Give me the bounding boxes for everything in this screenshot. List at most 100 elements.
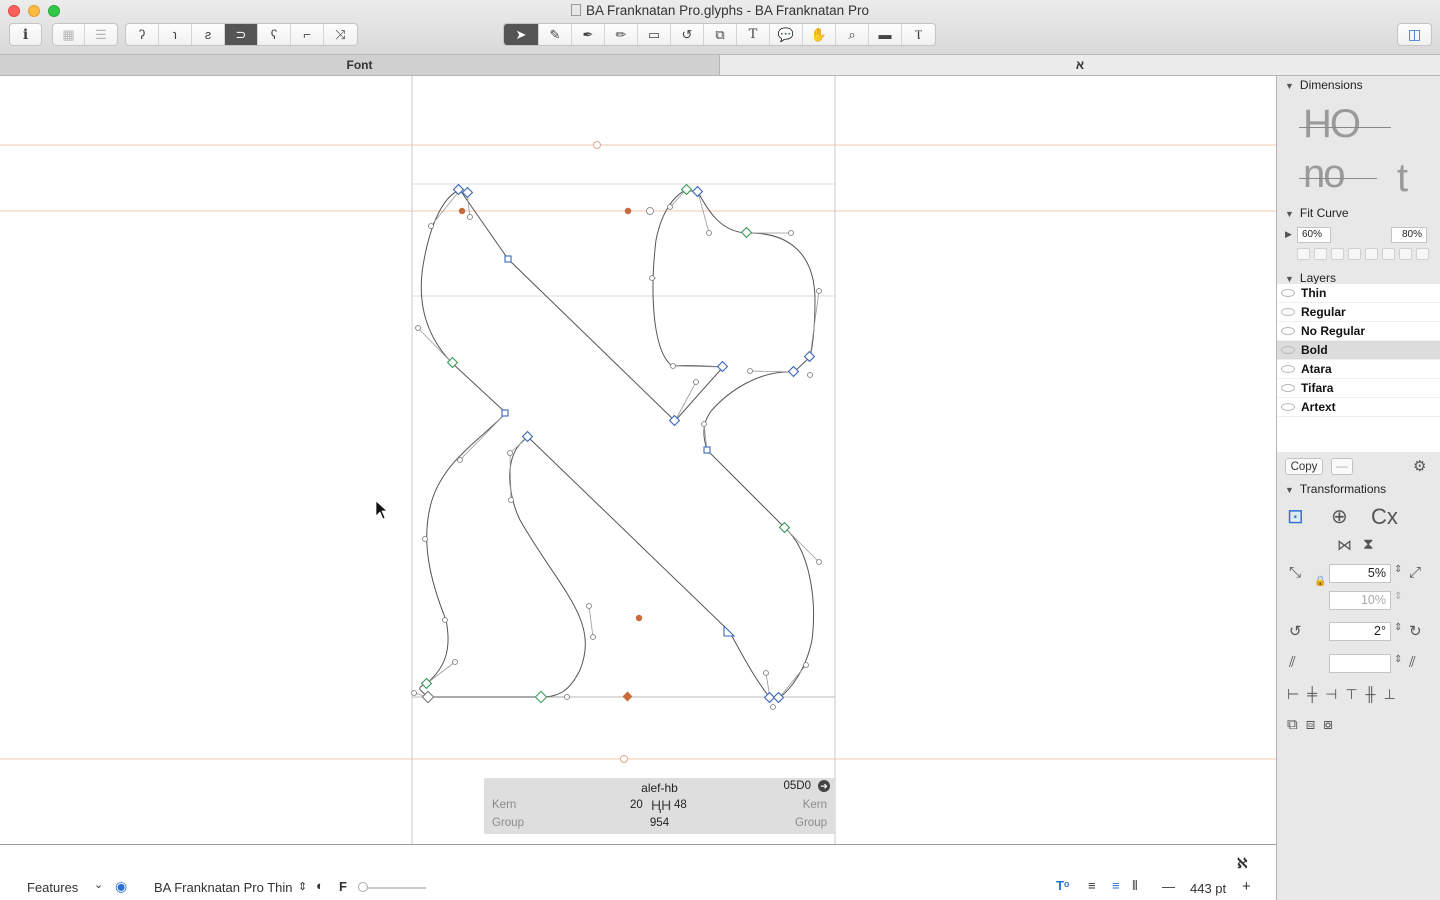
- zoom-value[interactable]: 443 pt: [1190, 881, 1226, 896]
- stamp-tool-button[interactable]: ⌐: [291, 24, 324, 45]
- intersect-icon[interactable]: ⧇: [1323, 716, 1333, 733]
- dimensions-header[interactable]: ▼ Dimensions: [1285, 78, 1363, 92]
- rotate-ccw-icon[interactable]: ↺: [1289, 622, 1302, 640]
- bounding-box-origin-icon[interactable]: ⊡: [1287, 504, 1304, 529]
- lsb-value[interactable]: 20: [630, 799, 643, 811]
- fit-curve-button[interactable]: [1348, 248, 1361, 260]
- width-value[interactable]: 954: [484, 817, 835, 829]
- grid-view-button[interactable]: ▦: [53, 24, 85, 45]
- text-options-icon[interactable]: Tᵒ: [1056, 878, 1069, 893]
- contrast-icon[interactable]: ◐: [316, 878, 324, 893]
- smooth-tool-button[interactable]: ⊃: [225, 24, 258, 45]
- align-v-center-icon[interactable]: ╫: [1366, 686, 1376, 703]
- flip-horizontal-icon[interactable]: ⋈: [1337, 536, 1352, 554]
- vertical-layout-icon[interactable]: ⦀: [1132, 878, 1138, 894]
- transformations-header[interactable]: ▼ Transformations: [1285, 482, 1386, 496]
- info-button[interactable]: i: [9, 23, 42, 46]
- tab-font[interactable]: Font: [0, 55, 720, 75]
- eye-icon[interactable]: [1281, 384, 1295, 392]
- transform-tool-button[interactable]: ⤨: [324, 24, 357, 45]
- align-top-edges-icon[interactable]: ⊤: [1345, 686, 1357, 703]
- arrow-right-icon[interactable]: ➜: [818, 780, 830, 792]
- smooth-nodes[interactable]: [420, 183, 791, 704]
- layers-header[interactable]: ▼ Layers: [1285, 271, 1336, 285]
- rotate-tool-button[interactable]: ↺: [671, 24, 704, 45]
- eye-icon[interactable]: [1281, 327, 1295, 335]
- sidebar-toggle-button[interactable]: ◫: [1397, 23, 1432, 46]
- cap-tool-button[interactable]: ℩: [159, 24, 192, 45]
- scale-input[interactable]: 5%: [1329, 564, 1391, 583]
- rotate-input[interactable]: 2°: [1329, 622, 1391, 641]
- fit-curve-button[interactable]: [1331, 248, 1344, 260]
- stepper-icon[interactable]: ⇕: [298, 880, 307, 893]
- slant-input[interactable]: [1329, 654, 1391, 673]
- select-tool-button[interactable]: ➤: [504, 24, 539, 45]
- align-left-icon[interactable]: ≡: [1088, 878, 1096, 893]
- fit-max-input[interactable]: 80%: [1391, 227, 1427, 243]
- fit-curve-button[interactable]: [1314, 248, 1327, 260]
- scale-up-icon[interactable]: ⤢: [1409, 564, 1421, 581]
- subtract-icon[interactable]: ⧈: [1306, 716, 1316, 733]
- layer-row-no-regular[interactable]: No Regular: [1277, 322, 1440, 341]
- rsb-value[interactable]: 48: [674, 799, 687, 811]
- rotate-cw-icon[interactable]: ↻: [1409, 622, 1422, 640]
- slant-stepper-icon[interactable]: ⇕: [1394, 654, 1402, 665]
- align-left-edges-icon[interactable]: ⊢: [1287, 686, 1299, 703]
- fit-curve-button[interactable]: [1365, 248, 1378, 260]
- custom-origin-icon[interactable]: Cx: [1371, 504, 1398, 530]
- draw-tool-button[interactable]: ✎: [539, 24, 572, 45]
- glyph-view[interactable]: [0, 76, 1276, 844]
- disclosure-right-icon[interactable]: ▶: [1285, 229, 1292, 240]
- union-icon[interactable]: ⧉: [1287, 716, 1298, 733]
- zoom-in-button[interactable]: +: [1242, 878, 1251, 895]
- scale-stepper-icon[interactable]: ⇕: [1394, 564, 1402, 575]
- slant-right-icon[interactable]: ⫽: [1409, 654, 1416, 671]
- brush-tool-button[interactable]: ʕ: [258, 24, 291, 45]
- slant-left-icon[interactable]: ⫽: [1289, 654, 1296, 671]
- anchors[interactable]: [458, 207, 643, 702]
- tab-glyph[interactable]: א: [720, 55, 1440, 75]
- text-tool-button[interactable]: T: [737, 24, 770, 45]
- hand-tool-button[interactable]: ✋: [803, 24, 836, 45]
- eye-icon[interactable]: [1281, 308, 1295, 316]
- edit-canvas[interactable]: alef-hb 05D0 ➜ Kern Kern Group Group 20 …: [0, 76, 1276, 844]
- segment-tool-button[interactable]: ƨ: [192, 24, 225, 45]
- f-toggle[interactable]: F: [339, 879, 347, 894]
- layer-row-atara[interactable]: Atara: [1277, 360, 1440, 379]
- fit-curve-button[interactable]: [1416, 248, 1429, 260]
- corner-tool-button[interactable]: ʔ: [126, 24, 159, 45]
- annotation-tool-button[interactable]: 💬: [770, 24, 803, 45]
- primitives-tool-button[interactable]: ▭: [638, 24, 671, 45]
- fit-curve-button[interactable]: [1399, 248, 1412, 260]
- preview-slider-knob[interactable]: [358, 882, 368, 892]
- layer-row-regular[interactable]: Regular: [1277, 303, 1440, 322]
- eye-icon[interactable]: [1281, 346, 1295, 354]
- align-bottom-edges-icon[interactable]: ⊥: [1383, 686, 1395, 703]
- scale-vertical-stepper-icon[interactable]: ⇕: [1394, 591, 1402, 602]
- scale-tool-button[interactable]: ⧉: [704, 24, 737, 45]
- text-edit-tool-button[interactable]: Ⲧ: [902, 24, 935, 45]
- fit-curve-button[interactable]: [1297, 248, 1310, 260]
- align-right-icon[interactable]: ≡: [1112, 878, 1120, 893]
- rotate-stepper-icon[interactable]: ⇕: [1394, 622, 1402, 633]
- remove-layer-button[interactable]: —: [1331, 458, 1353, 475]
- scale-down-icon[interactable]: ⤡: [1289, 564, 1301, 581]
- center-origin-icon[interactable]: ⊕: [1331, 504, 1348, 529]
- zoom-tool-button[interactable]: ⌕: [836, 24, 869, 45]
- lock-icon[interactable]: 🔒: [1314, 576, 1326, 587]
- glyph-name[interactable]: alef-hb: [484, 781, 835, 795]
- gear-icon[interactable]: ⚙: [1413, 457, 1426, 475]
- eye-icon[interactable]: [1281, 403, 1295, 411]
- fit-min-input[interactable]: 60%: [1297, 227, 1331, 243]
- pen-tool-button[interactable]: ✒: [572, 24, 605, 45]
- pencil-tool-button[interactable]: ✏: [605, 24, 638, 45]
- align-right-edges-icon[interactable]: ⊣: [1325, 686, 1337, 703]
- align-h-center-icon[interactable]: ╪: [1307, 686, 1317, 703]
- layer-row-artext[interactable]: Artext: [1277, 398, 1440, 417]
- layer-row-tifara[interactable]: Tifara: [1277, 379, 1440, 398]
- fit-curve-header[interactable]: ▼ Fit Curve: [1285, 206, 1349, 220]
- zoom-out-button[interactable]: —: [1162, 879, 1175, 894]
- glyph-unicode[interactable]: 05D0: [784, 780, 812, 792]
- flip-vertical-icon[interactable]: ⧗: [1363, 536, 1374, 553]
- master-select[interactable]: BA Franknatan Pro Thin: [154, 880, 293, 895]
